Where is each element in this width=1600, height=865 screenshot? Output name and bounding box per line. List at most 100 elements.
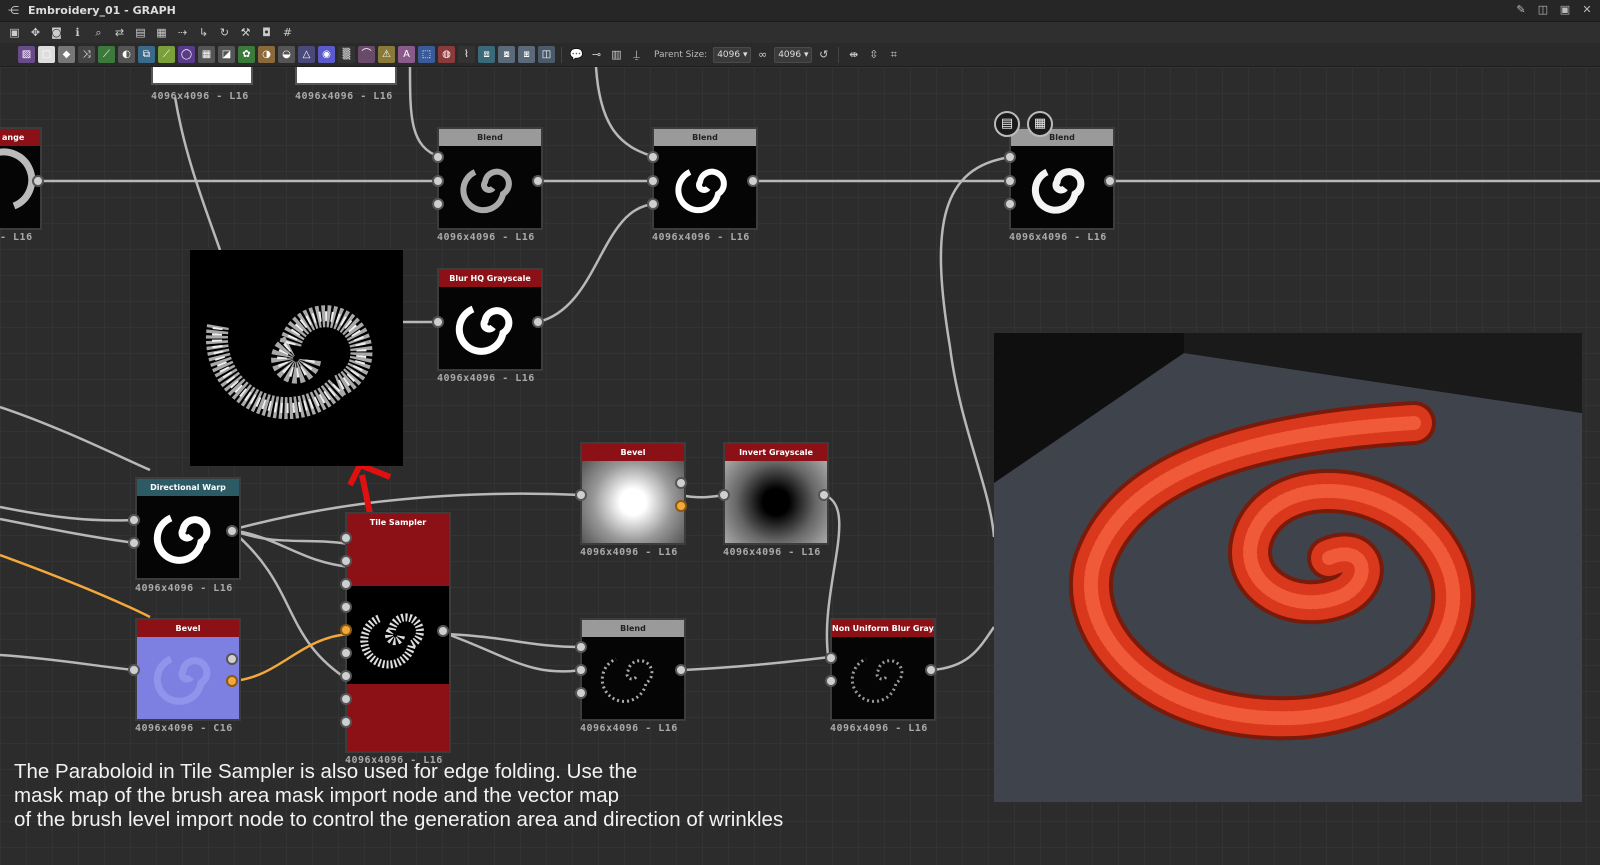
layout-icon[interactable]: ▤: [132, 24, 149, 41]
node-bevel-2[interactable]: Bevel: [580, 442, 686, 545]
reset-icon[interactable]: ↺: [815, 46, 832, 63]
node-blend-2[interactable]: Blend: [652, 127, 758, 230]
input-port[interactable]: [432, 151, 444, 163]
output-port[interactable]: [32, 175, 44, 187]
input-port[interactable]: [575, 664, 587, 676]
zoom-icon[interactable]: ⌕: [90, 24, 107, 41]
input-port[interactable]: [647, 175, 659, 187]
input-port[interactable]: [340, 532, 352, 544]
pin-icon[interactable]: ⊸: [588, 46, 605, 63]
color-picker-icon[interactable]: ◆: [58, 46, 75, 63]
input-port[interactable]: [340, 693, 352, 705]
arrange-icon[interactable]: ⇼: [845, 46, 862, 63]
input-port[interactable]: [128, 514, 140, 526]
input-port[interactable]: [340, 716, 352, 728]
input-port[interactable]: [575, 489, 587, 501]
edge-icon[interactable]: ⌇: [458, 46, 475, 63]
input-icon[interactable]: ⧇: [498, 46, 515, 63]
output-port[interactable]: [818, 489, 830, 501]
parent-size-select[interactable]: 4096 ▾: [713, 46, 752, 63]
connect-icon[interactable]: ⇢: [174, 24, 191, 41]
output-port[interactable]: [1104, 175, 1116, 187]
node-blend-3[interactable]: Blend: [1009, 127, 1115, 230]
levels-icon[interactable]: ◐: [118, 46, 135, 63]
node-blend-1[interactable]: Blend: [437, 127, 543, 230]
input-port[interactable]: [647, 151, 659, 163]
node-tile-sampler[interactable]: Tile Sampler: [345, 512, 451, 753]
input-port[interactable]: [340, 601, 352, 613]
graph-output-icon[interactable]: ▥: [608, 46, 625, 63]
pan-icon[interactable]: ✥: [27, 24, 44, 41]
node-non-uniform-blur[interactable]: Non Uniform Blur Gray...: [830, 618, 936, 721]
restore-icon[interactable]: ◫: [1536, 3, 1550, 17]
input-port[interactable]: [1004, 151, 1016, 163]
input-port[interactable]: [575, 641, 587, 653]
output-port[interactable]: [226, 525, 238, 537]
transform-icon[interactable]: ⧉: [138, 46, 155, 63]
size-select[interactable]: 4096 ▾: [774, 46, 813, 63]
input-port[interactable]: [825, 675, 837, 687]
blend-icon[interactable]: ◑: [258, 46, 275, 63]
node-top-left-b[interactable]: [295, 67, 397, 85]
uniform-color-icon[interactable]: ▢: [38, 46, 55, 63]
input-port[interactable]: [432, 175, 444, 187]
align-icon[interactable]: ▦: [153, 24, 170, 41]
link-icon[interactable]: ⇄: [111, 24, 128, 41]
output-port[interactable]: [747, 175, 759, 187]
output-port[interactable]: [226, 653, 238, 665]
input-port[interactable]: [575, 687, 587, 699]
comment-frame-icon[interactable]: ◫: [538, 46, 555, 63]
node-blend-4[interactable]: Blend: [580, 618, 686, 721]
tile-icon[interactable]: ▦: [198, 46, 215, 63]
node-blur-hq-grayscale[interactable]: Blur HQ Grayscale: [437, 268, 543, 371]
3d-view-preview[interactable]: [994, 333, 1582, 802]
crop-icon[interactable]: ⌗: [885, 46, 902, 63]
output-icon[interactable]: ⧈: [478, 46, 495, 63]
sharpen-icon[interactable]: △: [298, 46, 315, 63]
input-port[interactable]: [340, 670, 352, 682]
maximize-icon[interactable]: ▣: [1558, 3, 1572, 17]
noise-icon[interactable]: ▒: [338, 46, 355, 63]
node-directional-warp[interactable]: Directional Warp: [135, 477, 241, 580]
shuffle-icon[interactable]: ⤨: [78, 46, 95, 63]
fx-map-icon[interactable]: ◪: [218, 46, 235, 63]
pin-icon[interactable]: ✎: [1514, 3, 1528, 17]
node-top-left-a[interactable]: [151, 67, 253, 85]
push-pin-icon[interactable]: ⍊: [628, 46, 645, 63]
output-port[interactable]: [532, 175, 544, 187]
input-port[interactable]: [825, 652, 837, 664]
input-port[interactable]: [432, 198, 444, 210]
route-icon[interactable]: ↳: [195, 24, 212, 41]
curve-icon[interactable]: ⟋: [98, 46, 115, 63]
split-icon[interactable]: ⇳: [865, 46, 882, 63]
text-icon[interactable]: A: [398, 46, 415, 63]
fill-icon[interactable]: ◍: [438, 46, 455, 63]
warning-icon[interactable]: ⚠: [378, 46, 395, 63]
input-port[interactable]: [432, 316, 444, 328]
graph-icon[interactable]: ⋲: [8, 4, 22, 17]
vector-input-port[interactable]: [340, 624, 352, 636]
pixel-processor-icon[interactable]: ✿: [238, 46, 255, 63]
input-port[interactable]: [718, 489, 730, 501]
graph-canvas[interactable]: 4096x4096 - L16 4096x4096 - L16 ange - L…: [0, 67, 1600, 865]
vector-output-port[interactable]: [226, 675, 238, 687]
document-icon[interactable]: ▤: [994, 111, 1020, 137]
input-port[interactable]: [340, 555, 352, 567]
input-port[interactable]: [340, 578, 352, 590]
histogram-icon[interactable]: ◒: [278, 46, 295, 63]
image-icon[interactable]: ▨: [18, 46, 35, 63]
node-bevel-vector[interactable]: Bevel: [135, 618, 241, 721]
snapshot-icon[interactable]: ◘: [258, 24, 275, 41]
info-icon[interactable]: ℹ: [69, 24, 86, 41]
normal-icon[interactable]: ⌒: [358, 46, 375, 63]
comment-icon[interactable]: 💬: [568, 46, 585, 63]
output-port[interactable]: [675, 477, 687, 489]
camera-icon[interactable]: ◙: [48, 24, 65, 41]
tools-icon[interactable]: ⚒: [237, 24, 254, 41]
warp-icon[interactable]: ◯: [178, 46, 195, 63]
selection-icon[interactable]: ⬚: [418, 46, 435, 63]
close-icon[interactable]: ✕: [1580, 3, 1594, 17]
vector-output-port[interactable]: [675, 500, 687, 512]
input-port[interactable]: [128, 664, 140, 676]
output-port[interactable]: [532, 316, 544, 328]
